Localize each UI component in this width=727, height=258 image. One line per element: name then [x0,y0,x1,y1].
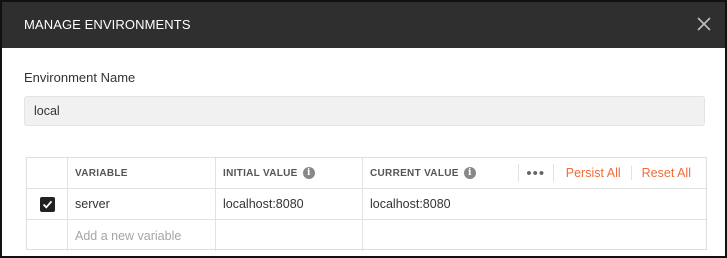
initial-value-cell[interactable]: localhost:8080 [216,189,363,219]
table-row: server localhost:8080 localhost:8080 [27,189,706,220]
persist-all-button[interactable]: Persist All [554,166,632,180]
variable-header-label: VARIABLE [75,167,128,179]
variable-cell[interactable]: server [68,189,216,219]
new-variable-input[interactable]: Add a new variable [68,220,216,251]
header-checkbox-cell [27,158,68,188]
new-variable-row: Add a new variable [27,220,706,251]
modal-title: MANAGE ENVIRONMENTS [24,17,191,32]
initial-value-header-label: INITIAL VALUE [223,167,298,179]
info-icon[interactable]: i [463,167,476,179]
current-value-cell[interactable]: localhost:8080 [363,189,708,219]
header-actions: ••• Persist All Reset All [517,158,708,188]
column-header-initial-value: INITIAL VALUE i [216,158,363,188]
info-icon[interactable]: i [302,167,315,179]
checkmark-icon [42,200,52,209]
manage-environments-modal: MANAGE ENVIRONMENTS Environment Name VAR… [0,0,727,258]
column-header-current-value: CURRENT VALUE i ••• Persist All Reset Al… [363,158,708,188]
table-header-row: VARIABLE INITIAL VALUE i CURRENT VALUE i… [27,158,706,189]
close-icon[interactable] [695,15,713,33]
new-initial-value-input[interactable] [216,220,363,251]
environment-name-input[interactable] [24,96,705,126]
column-header-variable: VARIABLE [68,158,216,188]
variables-table: VARIABLE INITIAL VALUE i CURRENT VALUE i… [26,157,707,251]
modal-header: MANAGE ENVIRONMENTS [2,2,725,48]
environment-name-label: Environment Name [24,70,136,85]
new-row-checkbox-cell [27,220,68,251]
more-options-icon[interactable]: ••• [517,164,554,182]
enabled-checkbox[interactable] [39,196,55,212]
row-checkbox-cell [27,189,68,219]
new-current-value-input[interactable] [363,220,708,251]
reset-all-button[interactable]: Reset All [632,166,708,180]
current-value-header-label: CURRENT VALUE [370,167,459,179]
